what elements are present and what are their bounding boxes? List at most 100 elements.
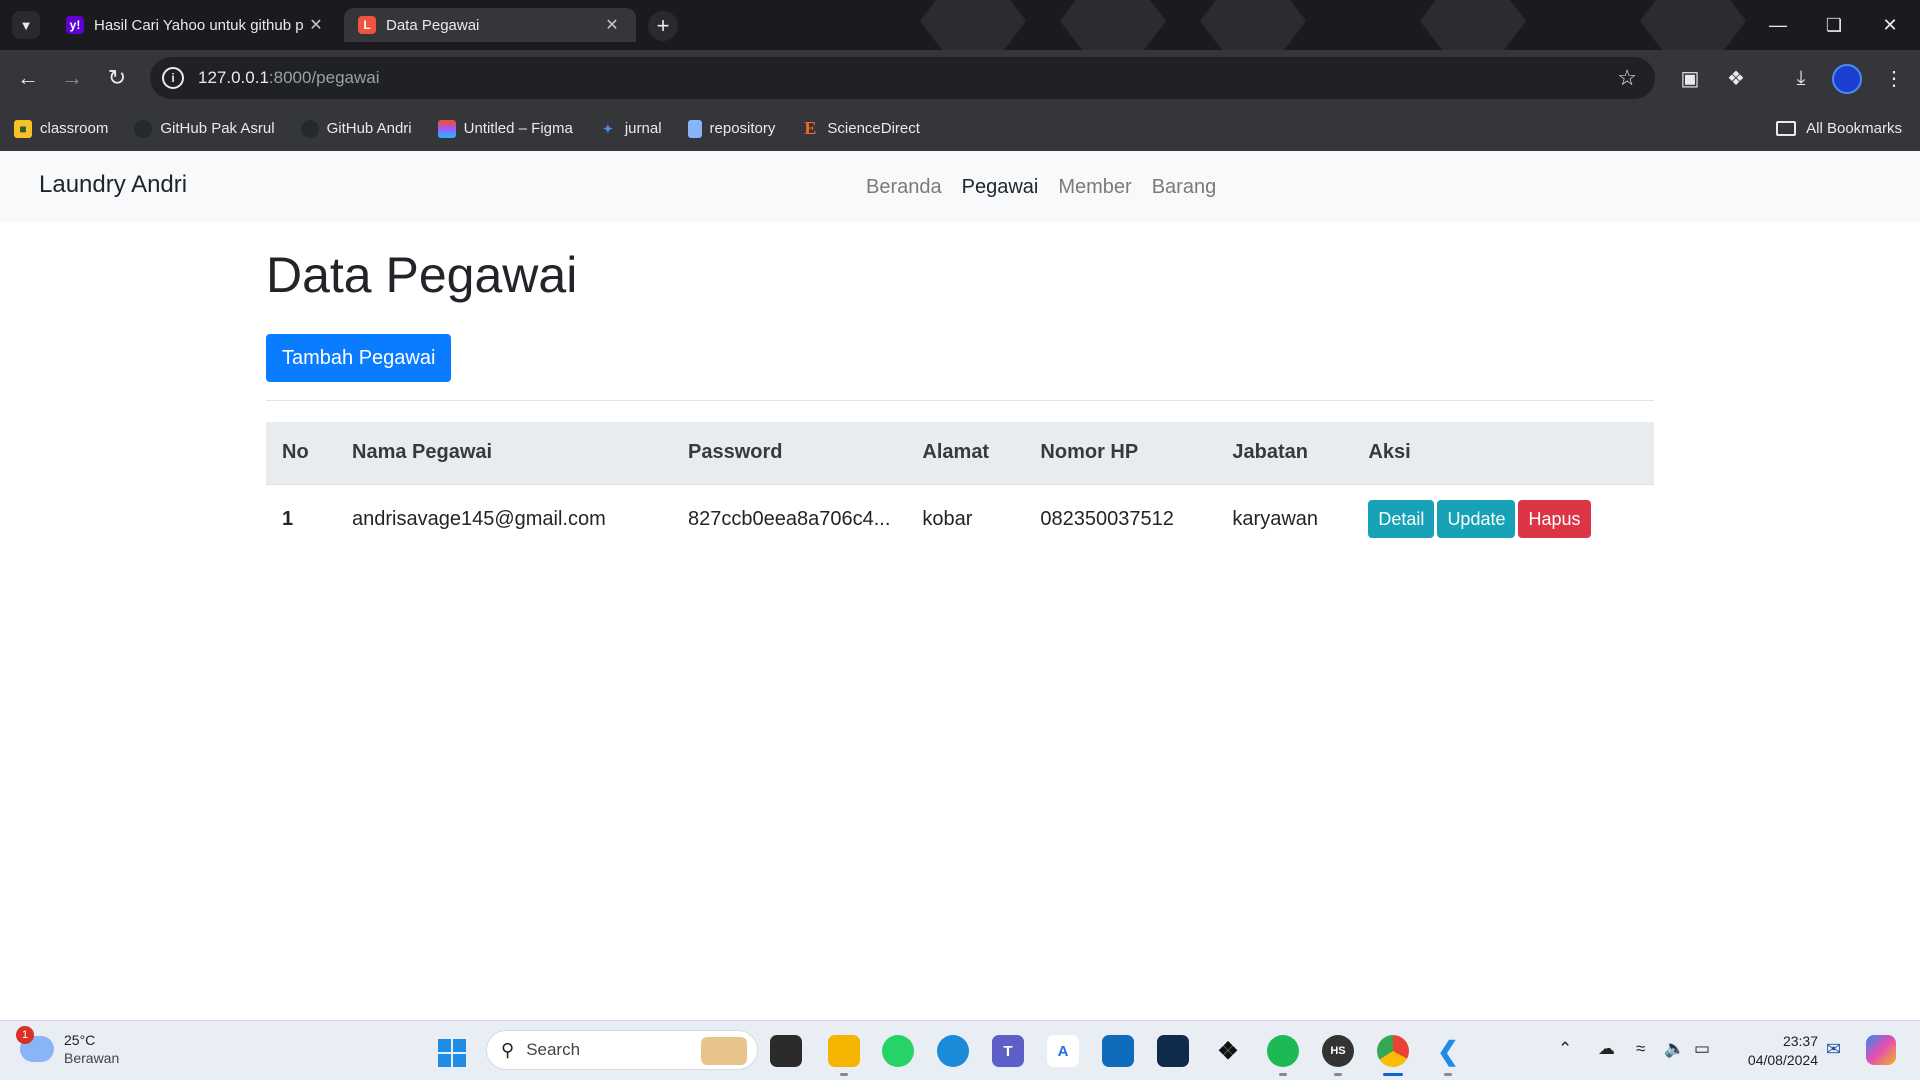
- bookmark-figma[interactable]: Untitled – Figma: [432, 119, 579, 138]
- copilot-icon[interactable]: [1866, 1035, 1896, 1065]
- laravel-icon: L: [358, 16, 376, 34]
- yahoo-icon: y!: [66, 16, 84, 34]
- folder-icon: [1776, 121, 1797, 136]
- minimize-icon: —: [1769, 14, 1787, 35]
- minimize-button[interactable]: —: [1758, 10, 1798, 40]
- back-button[interactable]: ←: [12, 62, 44, 94]
- address-bar[interactable]: i 127.0.0.1:8000/pegawai ☆: [150, 57, 1655, 99]
- url-path: :8000/pegawai: [268, 68, 380, 87]
- teams-icon[interactable]: T: [992, 1035, 1024, 1067]
- extensions-icon[interactable]: ❖: [1722, 64, 1750, 92]
- spotify-icon[interactable]: [1267, 1035, 1299, 1067]
- search-icon: ⚲: [501, 1039, 515, 1060]
- table-row: 1 andrisavage145@gmail.com 827ccb0eea8a7…: [266, 484, 1654, 554]
- clock-date: 04/08/2024: [1747, 1052, 1818, 1068]
- browser-toolbar: ← → ↻ i 127.0.0.1:8000/pegawai ☆ ▣ ❖ ⤓ ⋮: [0, 50, 1920, 106]
- volume-icon[interactable]: 🔈: [1664, 1039, 1685, 1059]
- nav-link-pegawai[interactable]: Pegawai: [962, 176, 1039, 199]
- wallpaper-hex: [1060, 0, 1166, 50]
- bookmark-star-icon[interactable]: ☆: [1617, 65, 1637, 91]
- detail-button[interactable]: Detail: [1368, 500, 1435, 539]
- notification-bell-icon[interactable]: ✉: [1826, 1039, 1841, 1060]
- edge-icon[interactable]: [937, 1035, 969, 1067]
- bookmark-label: ScienceDirect: [827, 120, 920, 137]
- restore-button[interactable]: ❏: [1814, 10, 1854, 40]
- bookmark-sciencedirect[interactable]: E ScienceDirect: [795, 118, 926, 138]
- nav-link-barang[interactable]: Barang: [1152, 176, 1217, 199]
- add-pegawai-button[interactable]: Tambah Pegawai: [266, 334, 452, 382]
- bookmark-jurnal[interactable]: ✦ jurnal: [593, 120, 668, 138]
- nav-link-member[interactable]: Member: [1058, 176, 1131, 199]
- file-explorer-icon[interactable]: [828, 1035, 860, 1067]
- sciencedirect-icon: E: [804, 118, 817, 138]
- all-bookmarks-label: All Bookmarks: [1806, 120, 1902, 137]
- forward-button[interactable]: →: [56, 62, 88, 94]
- chevron-up-icon[interactable]: ⌃: [1558, 1039, 1572, 1059]
- nav-link-beranda[interactable]: Beranda: [866, 176, 942, 199]
- wifi-icon[interactable]: ≈: [1636, 1039, 1645, 1059]
- dropbox-icon[interactable]: ❖: [1212, 1035, 1244, 1067]
- bookmark-github-pak-asrul[interactable]: GitHub Pak Asrul: [128, 119, 280, 138]
- bookmark-label: GitHub Pak Asrul: [160, 120, 275, 137]
- chevron-down-icon: ▼: [19, 17, 33, 33]
- download-icon[interactable]: ⤓: [1787, 64, 1815, 92]
- whatsapp-icon[interactable]: [882, 1035, 914, 1067]
- column-header-password: Password: [672, 422, 907, 485]
- restore-icon: ❏: [1825, 14, 1843, 35]
- all-bookmarks[interactable]: All Bookmarks: [1776, 106, 1902, 151]
- new-tab-button[interactable]: +: [648, 11, 678, 41]
- weather-widget[interactable]: 1 25°C Berawan: [16, 1026, 119, 1067]
- onedrive-icon[interactable]: ☁: [1598, 1039, 1615, 1059]
- store-icon[interactable]: [1102, 1035, 1134, 1067]
- site-info-icon[interactable]: i: [162, 67, 184, 89]
- chrome-icon[interactable]: [1377, 1035, 1409, 1067]
- arrow-right-icon: →: [61, 65, 83, 90]
- browser-tab[interactable]: y! Hasil Cari Yahoo untuk github p ✕: [52, 8, 340, 42]
- nav-links: Beranda Pegawai Member Barang: [866, 176, 1216, 199]
- running-indicator: [840, 1073, 848, 1076]
- camera-icon[interactable]: ▣: [1676, 64, 1704, 92]
- battery-icon[interactable]: ▭: [1694, 1039, 1710, 1059]
- running-indicator: [1334, 1073, 1342, 1076]
- search-highlight-icon: [701, 1037, 747, 1065]
- reload-icon: ↻: [107, 65, 127, 90]
- clock-time: 23:37: [1782, 1033, 1818, 1049]
- bookmarks-bar: ■ classroom GitHub Pak Asrul GitHub Andr…: [0, 106, 1920, 151]
- start-button[interactable]: [438, 1039, 466, 1067]
- reload-button[interactable]: ↻: [101, 62, 133, 94]
- page-title: Data Pegawai: [266, 247, 578, 303]
- heidisql-icon[interactable]: HS: [1322, 1035, 1354, 1067]
- active-indicator: [1383, 1073, 1403, 1076]
- browser-tab-strip: ▼ y! Hasil Cari Yahoo untuk github p ✕ L…: [0, 0, 1920, 50]
- close-window-button[interactable]: ✕: [1870, 10, 1910, 40]
- task-view-icon[interactable]: [770, 1035, 802, 1067]
- bookmark-label: classroom: [40, 120, 109, 137]
- bitwarden-icon[interactable]: [1157, 1035, 1189, 1067]
- menu-kebab-icon[interactable]: ⋮: [1880, 64, 1908, 92]
- column-header-no: No: [266, 422, 336, 485]
- taskbar-search-placeholder: Search: [526, 1040, 581, 1059]
- cell-aksi: Detail Update Hapus: [1352, 484, 1654, 554]
- cell-no: 1: [282, 507, 294, 530]
- pegawai-table: No Nama Pegawai Password Alamat Nomor HP…: [266, 422, 1654, 554]
- browser-tab-active[interactable]: L Data Pegawai ✕: [344, 8, 636, 42]
- tab-search-button[interactable]: ▼: [12, 11, 40, 39]
- column-header-alamat: Alamat: [906, 422, 1025, 485]
- clock[interactable]: 23:37 04/08/2024: [1738, 1032, 1818, 1070]
- wallpaper-hex: [1200, 0, 1306, 50]
- profile-avatar[interactable]: [1832, 64, 1862, 94]
- github-icon: [300, 119, 319, 138]
- hapus-button[interactable]: Hapus: [1518, 500, 1591, 539]
- bookmark-classroom[interactable]: ■ classroom: [8, 119, 114, 138]
- vscode-icon[interactable]: ❮: [1432, 1035, 1464, 1067]
- close-tab-icon[interactable]: ✕: [306, 15, 326, 35]
- divider: [266, 400, 1654, 401]
- bookmark-repository[interactable]: repository: [682, 119, 782, 138]
- navbar-brand[interactable]: Laundry Andri: [39, 171, 187, 199]
- taskbar-search[interactable]: ⚲ Search: [486, 1030, 758, 1070]
- close-tab-icon[interactable]: ✕: [602, 15, 622, 35]
- cell-nama: andrisavage145@gmail.com: [352, 507, 606, 530]
- update-button[interactable]: Update: [1437, 500, 1516, 539]
- bookmark-github-andri[interactable]: GitHub Andri: [295, 119, 418, 138]
- app-icon[interactable]: A: [1047, 1035, 1079, 1067]
